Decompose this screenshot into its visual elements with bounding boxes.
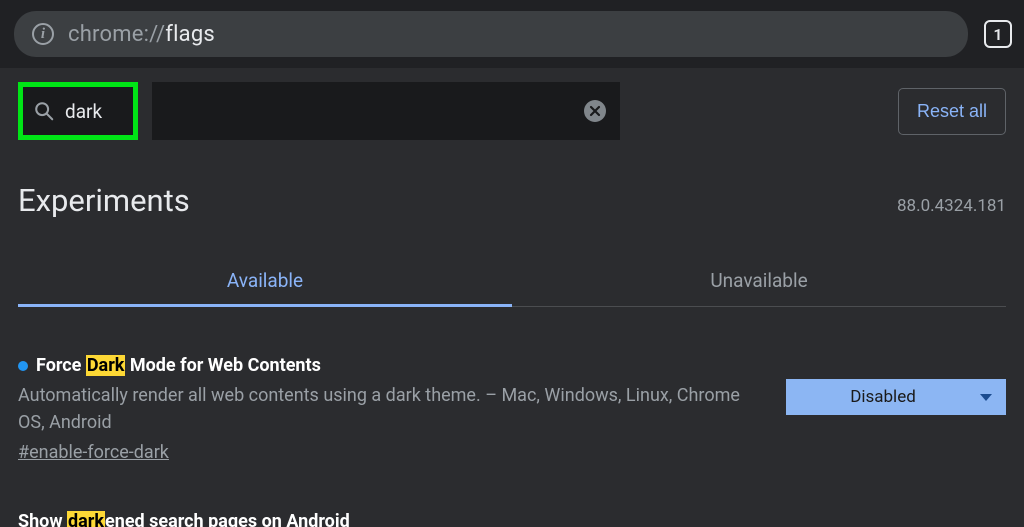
- chevron-down-icon: [980, 394, 992, 401]
- browser-top-row: i chrome://flags 1: [0, 0, 1024, 68]
- url-scheme: chrome://: [68, 22, 165, 47]
- flag-anchor-link[interactable]: #enable-force-dark: [18, 442, 169, 463]
- tab-count-value: 1: [993, 25, 1002, 44]
- search-input-wrap[interactable]: dark: [23, 87, 133, 135]
- omnibox[interactable]: i chrome://flags: [14, 11, 968, 57]
- flag-title-post: ened search pages on Android: [105, 511, 350, 527]
- flag-state-value: Disabled: [786, 387, 980, 407]
- flag-title-row: Force Dark Mode for Web Contents: [18, 355, 750, 376]
- reset-all-button[interactable]: Reset all: [898, 88, 1006, 135]
- flag-title-pre: Force: [36, 355, 86, 376]
- search-box-tail: [152, 82, 620, 140]
- flag-title-post: Mode for Web Contents: [125, 355, 320, 376]
- clear-search-button[interactable]: [584, 100, 606, 122]
- flag-title: Show darkened search pages on Android: [18, 511, 350, 527]
- search-icon: [33, 100, 55, 122]
- version-label: 88.0.4324.181: [897, 196, 1006, 216]
- close-icon: [589, 105, 601, 117]
- search-highlight-frame: dark: [18, 82, 138, 140]
- page-title-row: Experiments 88.0.4324.181: [18, 150, 1006, 225]
- tab-available[interactable]: Available: [18, 259, 512, 306]
- flag-title-row: Show darkened search pages on Android: [18, 511, 1006, 527]
- flag-item: Force Dark Mode for Web Contents Automat…: [18, 307, 1006, 463]
- site-info-icon[interactable]: i: [32, 23, 54, 45]
- flags-page: dark Reset all Experiments 88.0.4324.181…: [0, 68, 1024, 527]
- flag-title-pre: Show: [18, 511, 67, 527]
- flags-toolbar: dark Reset all: [18, 68, 1006, 150]
- search-input[interactable]: dark: [65, 100, 127, 123]
- page-title: Experiments: [18, 182, 190, 219]
- flag-title-highlight: dark: [67, 511, 105, 527]
- tab-unavailable[interactable]: Unavailable: [512, 259, 1006, 306]
- flag-item: Show darkened search pages on Android: [18, 463, 1006, 527]
- status-dot-icon: [18, 361, 28, 371]
- flag-title: Force Dark Mode for Web Contents: [36, 355, 321, 376]
- tab-counter[interactable]: 1: [984, 20, 1012, 48]
- flag-description: Automatically render all web contents us…: [18, 382, 750, 436]
- tabs: Available Unavailable: [18, 259, 1006, 307]
- omnibox-url[interactable]: chrome://flags: [68, 22, 215, 47]
- flag-main: Force Dark Mode for Web Contents Automat…: [18, 355, 750, 463]
- flag-title-highlight: Dark: [86, 355, 126, 376]
- url-path: flags: [165, 22, 215, 47]
- flag-main: Show darkened search pages on Android: [18, 511, 1006, 527]
- flag-state-select[interactable]: Disabled: [786, 379, 1006, 415]
